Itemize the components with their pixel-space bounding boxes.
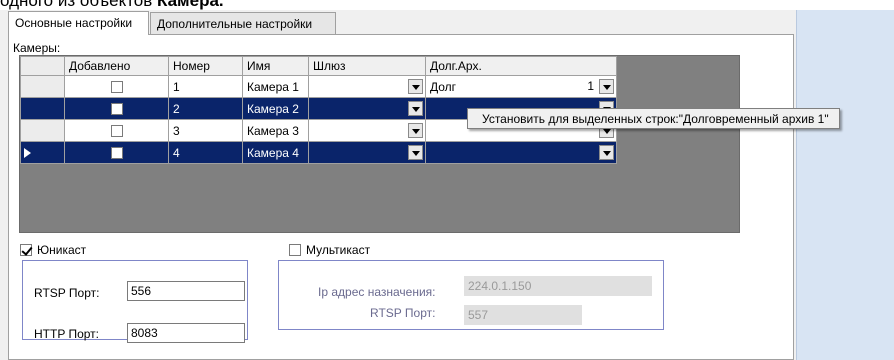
multicast-ip-input[interactable]: 224.0.1.150 [464,276,652,296]
multicast-toggle[interactable]: Мультикаст [289,243,370,257]
current-row-arrow-icon [24,148,31,159]
cell-number[interactable]: 2 [168,97,243,120]
row-header[interactable] [20,141,65,164]
grid-corner [20,56,65,76]
tab-main-settings[interactable]: Основные настройки [8,11,149,35]
multicast-checkbox[interactable] [289,244,301,256]
multicast-group: Ip адрес назначения: 224.0.1.150 RTSP По… [278,260,664,330]
cell-archive[interactable] [425,141,617,164]
added-checkbox[interactable] [110,81,123,94]
tab-extra-settings[interactable]: Дополнительные настройки [150,12,336,34]
unicast-http-port-input[interactable]: 8083 [127,323,245,343]
table-row[interactable]: 4 Камера 4 [20,141,617,164]
cell-number[interactable]: 4 [168,141,243,164]
cell-name[interactable]: Камера 1 [242,75,309,98]
unicast-toggle[interactable]: Юникаст [20,243,86,257]
chevron-down-icon[interactable] [599,145,614,160]
chevron-down-icon[interactable] [408,79,423,94]
right-panel [796,10,894,360]
added-checkbox[interactable] [110,147,123,160]
cell-gateway[interactable] [308,119,426,142]
table-row[interactable]: 1 Камера 1 Долг 1 [20,75,617,98]
chevron-down-icon[interactable] [599,79,614,94]
cameras-label: Камеры: [13,41,61,55]
cell-name[interactable]: Камера 4 [242,141,309,164]
column-added[interactable]: Добавлено [64,56,169,76]
column-gateway[interactable]: Шлюз [308,56,426,76]
row-header[interactable] [20,97,65,120]
cell-gateway[interactable] [308,141,426,164]
chevron-down-icon[interactable] [408,145,423,160]
grid-header-row: Добавлено Номер Имя Шлюз Долг.Арх. [20,56,617,76]
unicast-rtsp-label: RTSP Порт: [34,286,100,300]
unicast-label: Юникаст [37,243,87,257]
cell-gateway[interactable] [308,75,426,98]
bulk-set-tooltip[interactable]: Установить для выделенных строк:"Долговр… [467,108,840,129]
cell-number[interactable]: 1 [168,75,243,98]
column-archive[interactable]: Долг.Арх. [425,56,617,76]
unicast-group: RTSP Порт: 556 HTTP Порт: 8083 [22,260,248,343]
chevron-down-icon[interactable] [408,101,423,116]
cell-gateway[interactable] [308,97,426,120]
unicast-checkbox[interactable] [20,244,32,256]
cameras-grid: Добавлено Номер Имя Шлюз Долг.Арх. 1 Кам… [19,55,740,233]
multicast-rtsp-label: RTSP Порт: [370,306,436,320]
cell-number[interactable]: 3 [168,119,243,142]
row-header[interactable] [20,119,65,142]
multicast-label: Мультикаст [306,243,371,257]
settings-window: Основные настройки Дополнительные настро… [0,10,894,360]
column-name[interactable]: Имя [242,56,309,76]
added-checkbox[interactable] [110,125,123,138]
multicast-ip-label: Ip адрес назначения: [318,285,436,299]
cell-archive[interactable]: Долг 1 [425,75,617,98]
multicast-rtsp-port-input[interactable]: 557 [464,305,582,325]
chevron-down-icon[interactable] [408,123,423,138]
column-number[interactable]: Номер [168,56,243,76]
unicast-rtsp-port-input[interactable]: 556 [127,281,245,301]
unicast-http-label: HTTP Порт: [34,327,99,341]
row-header[interactable] [20,75,65,98]
added-checkbox[interactable] [110,103,123,116]
cell-name[interactable]: Камера 3 [242,119,309,142]
cell-name[interactable]: Камера 2 [242,97,309,120]
